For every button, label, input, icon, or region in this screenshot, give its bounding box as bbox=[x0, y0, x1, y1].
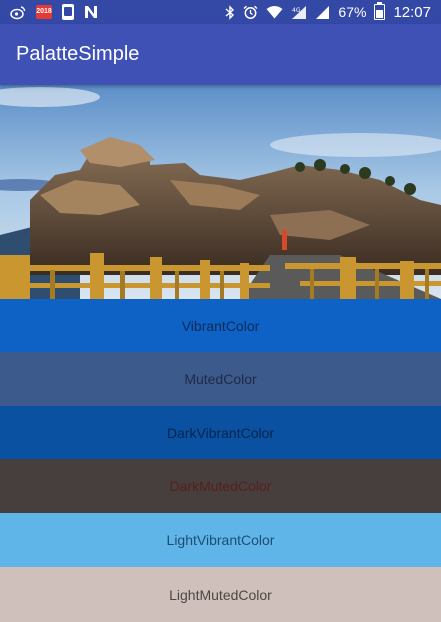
status-bar: 2018 4G 67% 12:07 bbox=[0, 0, 441, 24]
svg-text:4G: 4G bbox=[292, 7, 301, 14]
battery-percent: 67% bbox=[338, 4, 367, 20]
clock: 12:07 bbox=[393, 3, 431, 21]
bluetooth-icon bbox=[225, 4, 235, 20]
app-screen: 2018 4G 67% 12:07 PalatteSimple VibrantC… bbox=[0, 0, 441, 622]
system-icons: 4G 67% 12:07 bbox=[225, 2, 441, 21]
swatch-label: VibrantColor bbox=[181, 317, 260, 334]
swatch-label: MutedColor bbox=[184, 371, 257, 387]
landscape-image bbox=[0, 85, 441, 299]
swatch-label: LightMutedColor bbox=[169, 586, 272, 603]
swatch-light-vibrant-color: LightVibrantColor bbox=[0, 513, 441, 567]
swatch-label: LightVibrantColor bbox=[166, 532, 275, 548]
phone-icon bbox=[62, 4, 74, 20]
battery-icon bbox=[374, 2, 386, 20]
signal-4g-icon: 4G bbox=[291, 4, 307, 20]
swatch-dark-vibrant-color: DarkVibrantColor bbox=[0, 406, 441, 459]
signal-icon bbox=[315, 4, 330, 20]
app-bar: PalatteSimple bbox=[0, 24, 441, 85]
app-title: PalatteSimple bbox=[16, 43, 140, 65]
n-icon bbox=[84, 4, 98, 20]
calendar-icon: 2018 bbox=[36, 4, 52, 20]
alarm-icon bbox=[243, 4, 258, 20]
swatch-dark-muted-color: DarkMutedColor bbox=[0, 459, 441, 513]
wifi-icon bbox=[266, 4, 283, 20]
swatch-muted-color: MutedColor bbox=[0, 352, 441, 406]
calendar-icon-text: 2018 bbox=[36, 5, 52, 19]
swatch-label: DarkVibrantColor bbox=[166, 424, 275, 441]
swatch-label: DarkMutedColor bbox=[169, 478, 272, 494]
swatch-light-muted-color: LightMutedColor bbox=[0, 567, 441, 622]
notification-icons: 2018 bbox=[0, 4, 98, 20]
weibo-icon bbox=[10, 4, 26, 20]
swatch-vibrant-color: VibrantColor bbox=[0, 299, 441, 352]
